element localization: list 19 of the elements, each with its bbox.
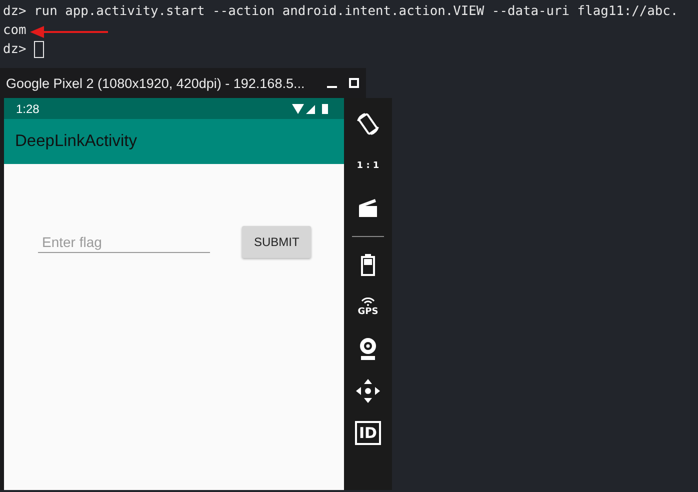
actual-size-button[interactable]: 1 : 1 [356,161,380,171]
webcam-icon[interactable] [358,337,378,361]
terminal-line: com [3,22,26,40]
window-title: Google Pixel 2 (1080x1920, 420dpi) - 192.168.5... [6,76,306,90]
submit-button[interactable]: SUBMIT [242,226,312,258]
gps-button[interactable]: GPS [358,307,378,317]
dpad-icon[interactable] [355,378,381,404]
terminal-line: dz> run app.activity.start --action android.intent.action.VIEW --data-uri flag11://abc. [3,3,678,21]
maximize-icon[interactable] [348,77,360,89]
prompt-text: dz> [3,41,26,59]
clapperboard-icon[interactable] [357,198,379,218]
rotate-icon[interactable] [355,111,381,137]
id-button[interactable]: ID [354,421,382,445]
app-title: DeepLinkActivity [15,132,137,151]
status-time: 1:28 [16,102,40,116]
battery-icon[interactable] [361,254,375,276]
text-cursor [34,41,44,58]
flag-field[interactable]: Enter flag [38,232,210,252]
signal-waves-icon [361,297,375,306]
